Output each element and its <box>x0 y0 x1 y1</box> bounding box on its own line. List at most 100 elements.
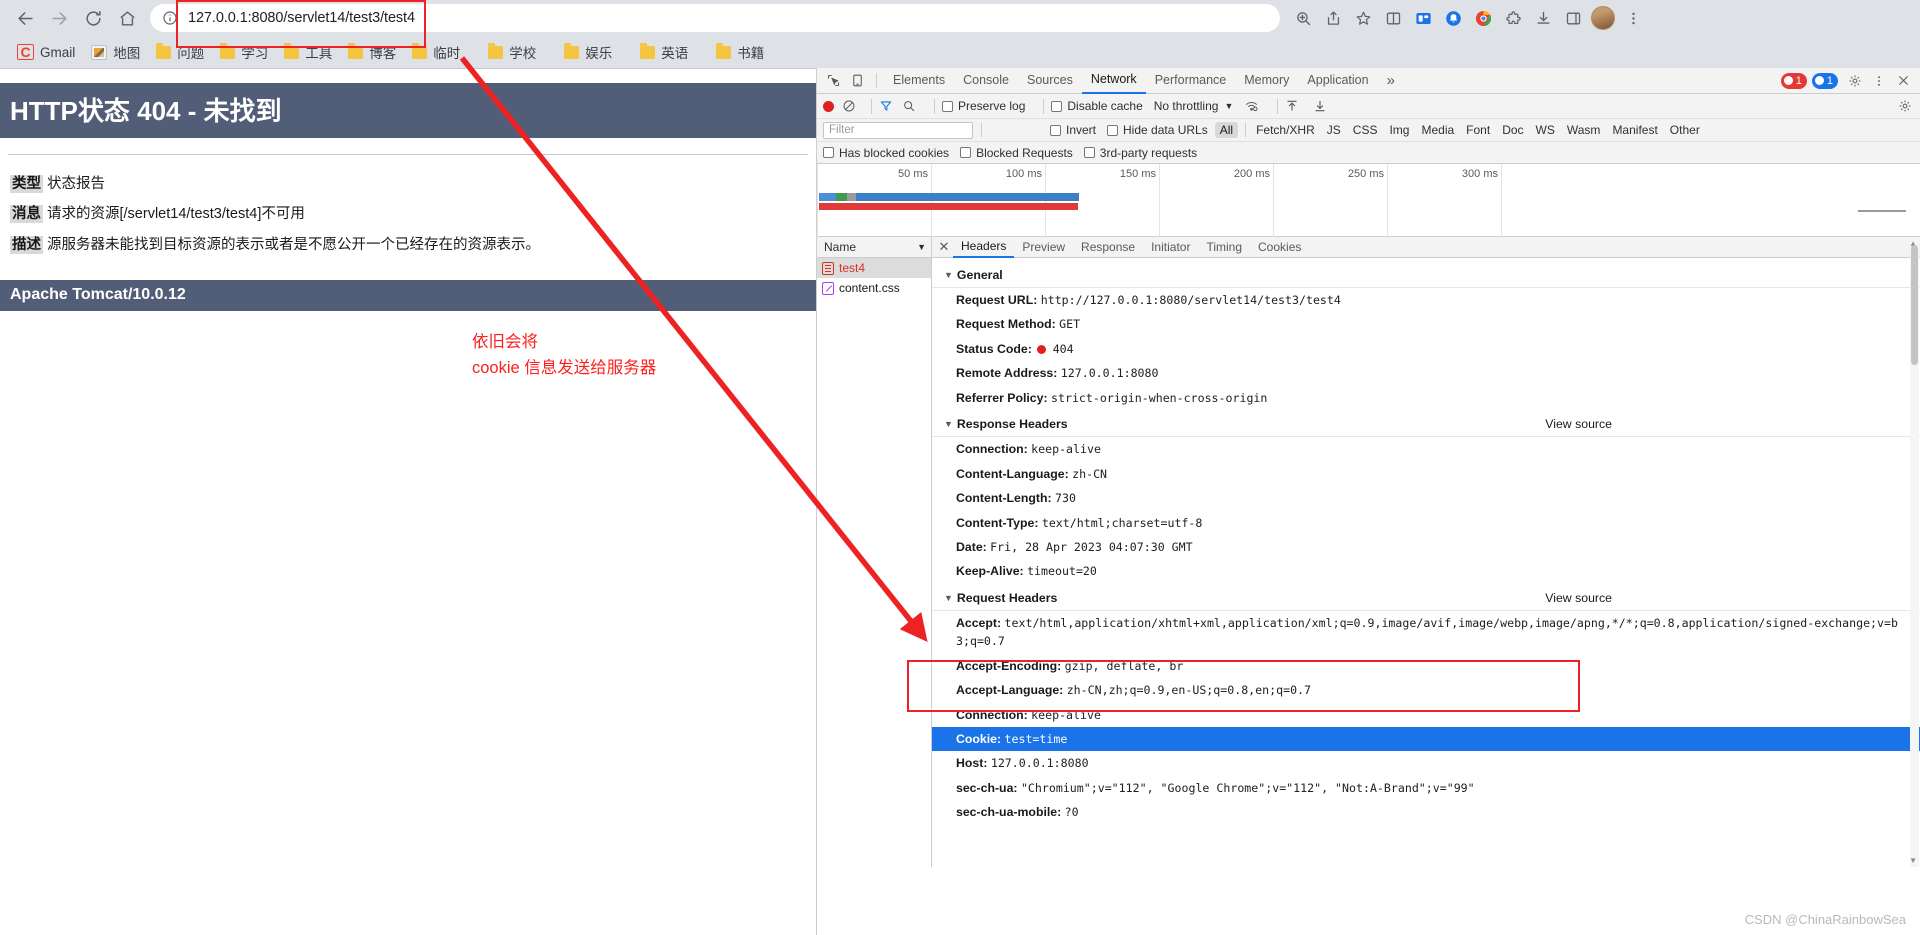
filter-type-css[interactable]: CSS <box>1348 122 1383 138</box>
export-har-icon[interactable] <box>1313 99 1327 113</box>
bookmark-label: 地图 <box>113 46 141 61</box>
filter-type-wasm[interactable]: Wasm <box>1562 122 1606 138</box>
section-request-headers[interactable]: ▼ Request Headers View source <box>932 587 1920 611</box>
tab-application[interactable]: Application <box>1298 68 1377 94</box>
header-name: Connection: <box>956 442 1028 457</box>
tab-console[interactable]: Console <box>954 68 1018 94</box>
disable-cache-checkbox[interactable]: Disable cache <box>1051 99 1143 113</box>
inspect-element-icon[interactable] <box>821 69 845 93</box>
close-devtools-icon[interactable] <box>1891 69 1915 93</box>
back-arrow-icon[interactable] <box>8 1 42 35</box>
import-har-icon[interactable] <box>1285 99 1299 113</box>
bookmark-folder-linshi[interactable]: 临时 <box>405 40 467 64</box>
filter-type-fetch-xhr[interactable]: Fetch/XHR <box>1251 122 1320 138</box>
info-circle-icon[interactable] <box>162 10 178 26</box>
bookmark-maps[interactable]: 地图 <box>84 40 147 64</box>
bookmark-folder-wenti[interactable]: 问题 <box>149 40 211 64</box>
split-screen-icon[interactable] <box>1378 3 1408 33</box>
download-icon[interactable] <box>1528 3 1558 33</box>
filter-type-manifest[interactable]: Manifest <box>1607 122 1662 138</box>
header-value: http://127.0.0.1:8080/servlet14/test3/te… <box>1040 293 1341 307</box>
filter-input[interactable]: Filter <box>823 121 973 139</box>
chrome-circle-icon[interactable] <box>1468 3 1498 33</box>
zoom-icon[interactable] <box>1288 3 1318 33</box>
scrollbar-thumb[interactable] <box>1911 245 1918 365</box>
chevron-down-icon[interactable]: ▼ <box>1224 101 1233 111</box>
address-bar[interactable]: 127.0.0.1:8080/servlet14/test3/test4 <box>150 4 1280 32</box>
avatar[interactable] <box>1588 3 1618 33</box>
view-source-link[interactable]: View source <box>1545 417 1612 431</box>
side-panel-icon[interactable] <box>1558 3 1588 33</box>
info-count-badge[interactable]: 1 <box>1811 72 1838 89</box>
section-general[interactable]: ▼ General <box>932 264 1920 288</box>
bookmark-folder-xuexiao[interactable]: 学校 <box>481 40 543 64</box>
tab-memory[interactable]: Memory <box>1235 68 1298 94</box>
filter-type-font[interactable]: Font <box>1461 122 1495 138</box>
error-count-badge[interactable]: 1 <box>1780 72 1807 89</box>
tab-timing[interactable]: Timing <box>1198 237 1250 258</box>
tab-sources[interactable]: Sources <box>1018 68 1082 94</box>
device-toolbar-icon[interactable] <box>845 69 869 93</box>
section-response-headers[interactable]: ▼ Response Headers View source <box>932 413 1920 438</box>
filter-type-doc[interactable]: Doc <box>1497 122 1528 138</box>
bookmark-star-icon[interactable] <box>1348 3 1378 33</box>
tab-cookies[interactable]: Cookies <box>1250 237 1309 258</box>
preserve-log-checkbox[interactable]: Preserve log <box>942 99 1025 113</box>
clear-button[interactable] <box>842 99 856 113</box>
share-icon[interactable] <box>1318 3 1348 33</box>
third-party-requests-checkbox[interactable]: 3rd-party requests <box>1083 146 1197 160</box>
puzzle-extensions-icon[interactable] <box>1498 3 1528 33</box>
throttling-select[interactable]: No throttling <box>1154 99 1219 113</box>
tab-headers[interactable]: Headers <box>953 237 1015 258</box>
sort-chevron-icon[interactable]: ▼ <box>917 242 926 252</box>
header-row-cookie[interactable]: Cookie: test=time <box>932 727 1920 752</box>
bookmark-folder-xuexi[interactable]: 学习 <box>213 40 275 64</box>
has-blocked-cookies-label: Has blocked cookies <box>839 145 950 160</box>
scroll-down-arrow-icon[interactable]: ▼ <box>1909 856 1917 865</box>
network-conditions-icon[interactable] <box>1244 99 1259 113</box>
bookmark-folder-shuji[interactable]: 书籍 <box>709 40 771 64</box>
blocked-requests-checkbox[interactable]: Blocked Requests <box>960 146 1073 160</box>
detail-scrollbar[interactable]: ▲ ▼ <box>1909 237 1919 867</box>
home-icon[interactable] <box>110 1 144 35</box>
funnel-icon[interactable] <box>879 99 893 113</box>
bookmark-folder-boke[interactable]: 博客 <box>341 40 403 64</box>
tab-response[interactable]: Response <box>1073 237 1143 258</box>
extension-chip-icon[interactable] <box>1408 3 1438 33</box>
filter-type-all[interactable]: All <box>1214 122 1239 138</box>
invert-checkbox[interactable]: Invert <box>1050 123 1096 137</box>
has-blocked-cookies-checkbox[interactable]: Has blocked cookies <box>823 146 949 160</box>
record-button[interactable] <box>823 100 834 112</box>
tab-preview[interactable]: Preview <box>1014 237 1073 258</box>
bookmark-gmail[interactable]: C Gmail <box>10 40 82 64</box>
filter-type-ws[interactable]: WS <box>1531 122 1560 138</box>
close-icon[interactable]: ✕ <box>935 239 953 255</box>
filter-type-other[interactable]: Other <box>1665 122 1705 138</box>
table-row[interactable]: content.css <box>817 278 931 298</box>
tab-elements[interactable]: Elements <box>884 68 954 94</box>
forward-arrow-icon[interactable] <box>42 1 76 35</box>
filter-type-media[interactable]: Media <box>1416 122 1459 138</box>
reload-icon[interactable] <box>76 1 110 35</box>
bookmark-folder-yingyu[interactable]: 英语 <box>633 40 695 64</box>
filter-type-js[interactable]: JS <box>1322 122 1346 138</box>
table-row[interactable]: test4 <box>817 258 931 278</box>
more-tabs-chevron-icon[interactable]: » <box>1378 68 1404 94</box>
bookmark-folder-yule[interactable]: 娱乐 <box>557 40 619 64</box>
hide-data-urls-checkbox[interactable]: Hide data URLs <box>1107 123 1208 137</box>
network-settings-gear-icon[interactable] <box>1898 99 1912 113</box>
more-vertical-icon[interactable] <box>1618 3 1648 33</box>
tab-performance[interactable]: Performance <box>1146 68 1236 94</box>
notification-bell-icon[interactable] <box>1438 3 1468 33</box>
request-list-header[interactable]: Name ▼ <box>817 237 931 258</box>
filter-type-img[interactable]: Img <box>1384 122 1414 138</box>
tab-network[interactable]: Network <box>1081 68 1146 94</box>
settings-gear-icon[interactable] <box>1843 69 1867 93</box>
header-name: Content-Length: <box>956 491 1052 506</box>
tab-initiator[interactable]: Initiator <box>1143 237 1198 258</box>
view-source-link[interactable]: View source <box>1545 591 1612 605</box>
network-timeline-overview[interactable]: 50 ms 100 ms 150 ms 200 ms 250 ms 300 ms <box>817 164 1920 237</box>
devtools-more-icon[interactable] <box>1867 69 1891 93</box>
bookmark-folder-gongju[interactable]: 工具 <box>277 40 339 64</box>
search-icon[interactable] <box>902 99 916 113</box>
